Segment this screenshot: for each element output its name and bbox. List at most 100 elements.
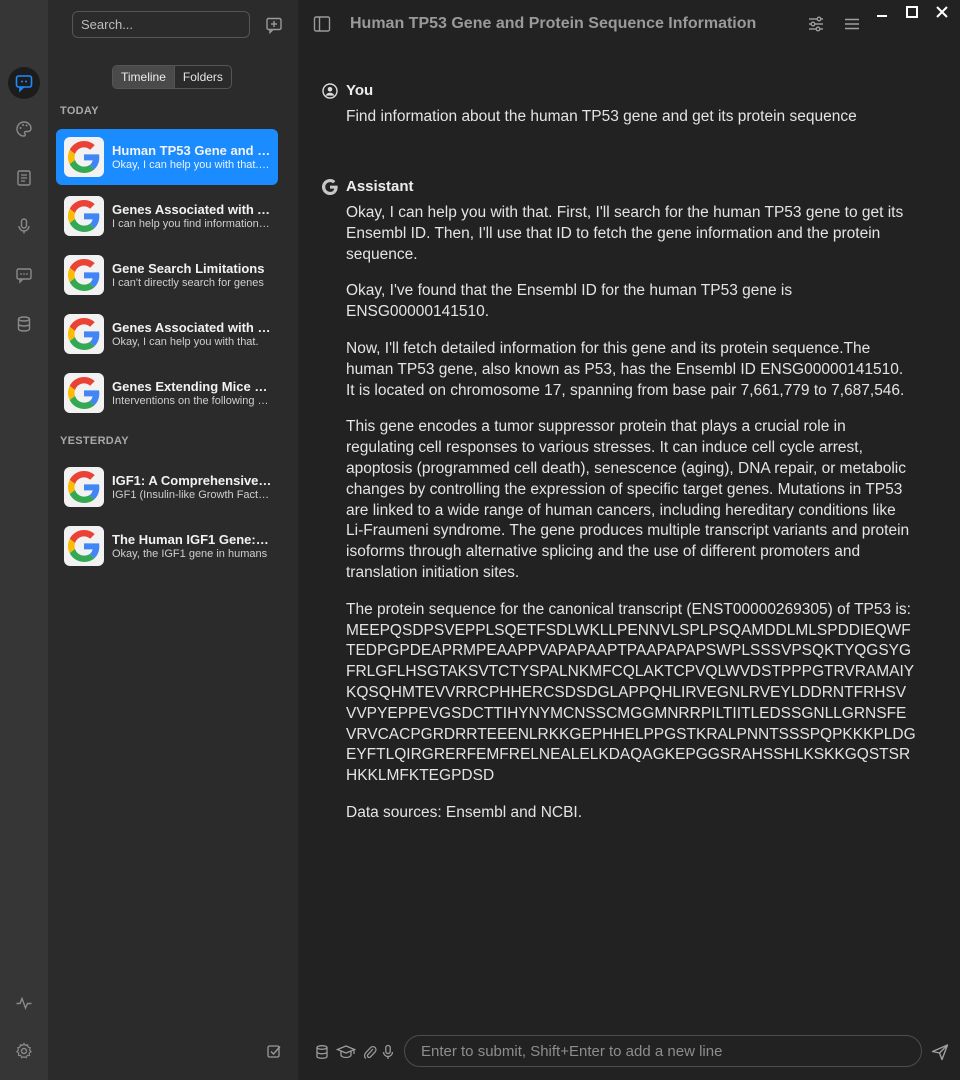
google-logo-icon — [64, 196, 104, 236]
conversation-item[interactable]: Gene Search Limitations I can't directly… — [56, 247, 278, 303]
conversation-item[interactable]: The Human IGF1 Gene: Overview Okay, the … — [56, 518, 278, 574]
messages-nav-button[interactable] — [8, 259, 40, 291]
chat-header: Human TP53 Gene and Protein Sequence Inf… — [298, 0, 960, 48]
conversation-preview: Okay, the IGF1 gene in humans — [112, 548, 268, 560]
knowledge-base-button[interactable] — [314, 1044, 330, 1060]
microphone-icon — [382, 1044, 394, 1059]
conversation-title: The Human IGF1 Gene: Overview — [112, 532, 272, 547]
google-logo-icon — [64, 467, 104, 507]
google-logo-icon — [64, 526, 104, 566]
maximize-button[interactable] — [904, 4, 924, 24]
chat-nav-button[interactable] — [8, 67, 40, 99]
database-icon — [316, 1045, 328, 1059]
conversation-title: IGF1: A Comprehensive Overview — [112, 473, 272, 488]
conversation-title: Gene Search Limitations — [112, 261, 265, 276]
attach-button[interactable] — [362, 1044, 378, 1060]
microphone-icon — [18, 218, 30, 234]
new-chat-button[interactable] — [263, 14, 285, 36]
google-logo-icon — [64, 137, 104, 177]
learning-mode-button[interactable] — [336, 1044, 356, 1060]
tab-timeline[interactable]: Timeline — [113, 66, 175, 88]
conversation-title: Genes Associated with Aging — [112, 202, 272, 217]
close-button[interactable] — [934, 4, 954, 24]
group-label-yesterday: YESTERDAY — [60, 435, 129, 447]
select-mode-button[interactable] — [266, 1043, 284, 1061]
conversation-item[interactable]: IGF1: A Comprehensive Overview IGF1 (Ins… — [56, 459, 278, 515]
message-dots-icon — [16, 268, 32, 284]
assistant-paragraph: This gene encodes a tumor suppressor pro… — [346, 418, 910, 581]
view-switcher: Timeline Folders — [112, 65, 232, 89]
group-label-today: TODAY — [60, 105, 99, 117]
paperclip-icon — [363, 1045, 377, 1059]
graduation-cap-icon — [336, 1045, 356, 1059]
data-sources-text: Data sources: Ensembl and NCBI. — [346, 803, 583, 821]
activity-icon — [16, 996, 32, 1010]
gear-icon — [15, 1042, 33, 1059]
user-name: You — [346, 82, 374, 99]
hamburger-menu-icon — [845, 18, 859, 30]
protein-sequence: MEEPQSDPSVEPPLSQETFSDLWKLLPENNVLSPLPSQAM… — [346, 621, 916, 785]
activity-nav-button[interactable] — [8, 987, 40, 1019]
toggle-sidebar-button[interactable] — [312, 14, 332, 34]
user-message: Find information about the human TP53 ge… — [346, 107, 916, 144]
message-composer — [298, 1020, 960, 1080]
assistant-paragraph: Okay, I've found that the Ensembl ID for… — [346, 282, 793, 321]
assistant-message: Okay, I can help you with that. First, I… — [346, 203, 916, 840]
maximize-icon — [906, 6, 918, 18]
new-chat-icon — [266, 17, 282, 34]
palette-icon — [16, 121, 32, 137]
google-logo-icon — [64, 373, 104, 413]
conversation-title: Genes Associated with Longevity — [112, 320, 272, 335]
conversation-preview: I can help you find information about ge… — [112, 218, 272, 230]
assistant-message-header: Assistant — [322, 178, 414, 195]
voice-nav-button[interactable] — [8, 210, 40, 242]
minimize-button[interactable] — [874, 4, 894, 24]
conversation-item[interactable]: Genes Associated with Aging I can help y… — [56, 188, 278, 244]
conversation-item[interactable]: Genes Extending Mice Lifespan Interventi… — [56, 365, 278, 421]
tab-folders[interactable]: Folders — [175, 66, 231, 88]
chat-settings-button[interactable] — [806, 14, 826, 34]
page-title: Human TP53 Gene and Protein Sequence Inf… — [350, 15, 757, 32]
assistant-paragraph: Now, I'll fetch detailed information for… — [346, 339, 905, 399]
voice-input-button[interactable] — [380, 1044, 396, 1060]
conversation-item[interactable]: Genes Associated with Longevity Okay, I … — [56, 306, 278, 362]
conversation-preview: IGF1 (Insulin-like Growth Factor 1) — [112, 489, 272, 501]
menu-button[interactable] — [842, 14, 862, 34]
conversation-preview: Interventions on the following genes — [112, 395, 272, 407]
conversation-item[interactable]: Human TP53 Gene and Protein Sequence Inf… — [56, 129, 278, 185]
conversation-title: Human TP53 Gene and Protein Sequence Inf… — [112, 143, 272, 158]
database-icon — [17, 316, 31, 332]
send-icon — [931, 1044, 949, 1061]
user-message-text: Find information about the human TP53 ge… — [346, 108, 857, 125]
sidebar-toggle-icon — [313, 16, 331, 32]
icon-rail — [0, 0, 48, 1080]
conversation-sidebar: Timeline Folders TODAY Human TP53 Gene a… — [48, 0, 298, 1080]
conversation-preview: Okay, I can help you with that. First, I… — [112, 159, 272, 171]
send-button[interactable] — [930, 1042, 950, 1062]
search-input[interactable] — [72, 11, 250, 38]
chat-icon — [15, 75, 33, 93]
sliders-icon — [809, 16, 823, 32]
palette-nav-button[interactable] — [8, 113, 40, 145]
notes-nav-button[interactable] — [8, 162, 40, 194]
google-logo-icon — [64, 255, 104, 295]
conversation-view: You Find information about the human TP5… — [298, 60, 960, 1020]
user-message-header: You — [322, 82, 373, 99]
google-logo-icon — [64, 314, 104, 354]
conversation-title: Genes Extending Mice Lifespan — [112, 379, 272, 394]
notes-icon — [17, 170, 31, 186]
database-nav-button[interactable] — [8, 308, 40, 340]
assistant-name: Assistant — [346, 178, 414, 195]
google-g-icon — [322, 178, 338, 195]
minimize-icon — [877, 15, 887, 17]
assistant-paragraph: Okay, I can help you with that. First, I… — [346, 204, 904, 263]
conversation-preview: Okay, I can help you with that. — [112, 336, 259, 348]
settings-nav-button[interactable] — [8, 1035, 40, 1067]
user-avatar-icon — [322, 82, 338, 99]
message-input[interactable] — [404, 1035, 922, 1067]
checkbox-icon — [267, 1045, 281, 1058]
conversation-preview: I can't directly search for genes — [112, 277, 264, 289]
sequence-intro: The protein sequence for the canonical t… — [346, 600, 911, 618]
protein-sequence-block: The protein sequence for the canonical t… — [346, 600, 916, 787]
close-icon — [936, 6, 948, 18]
